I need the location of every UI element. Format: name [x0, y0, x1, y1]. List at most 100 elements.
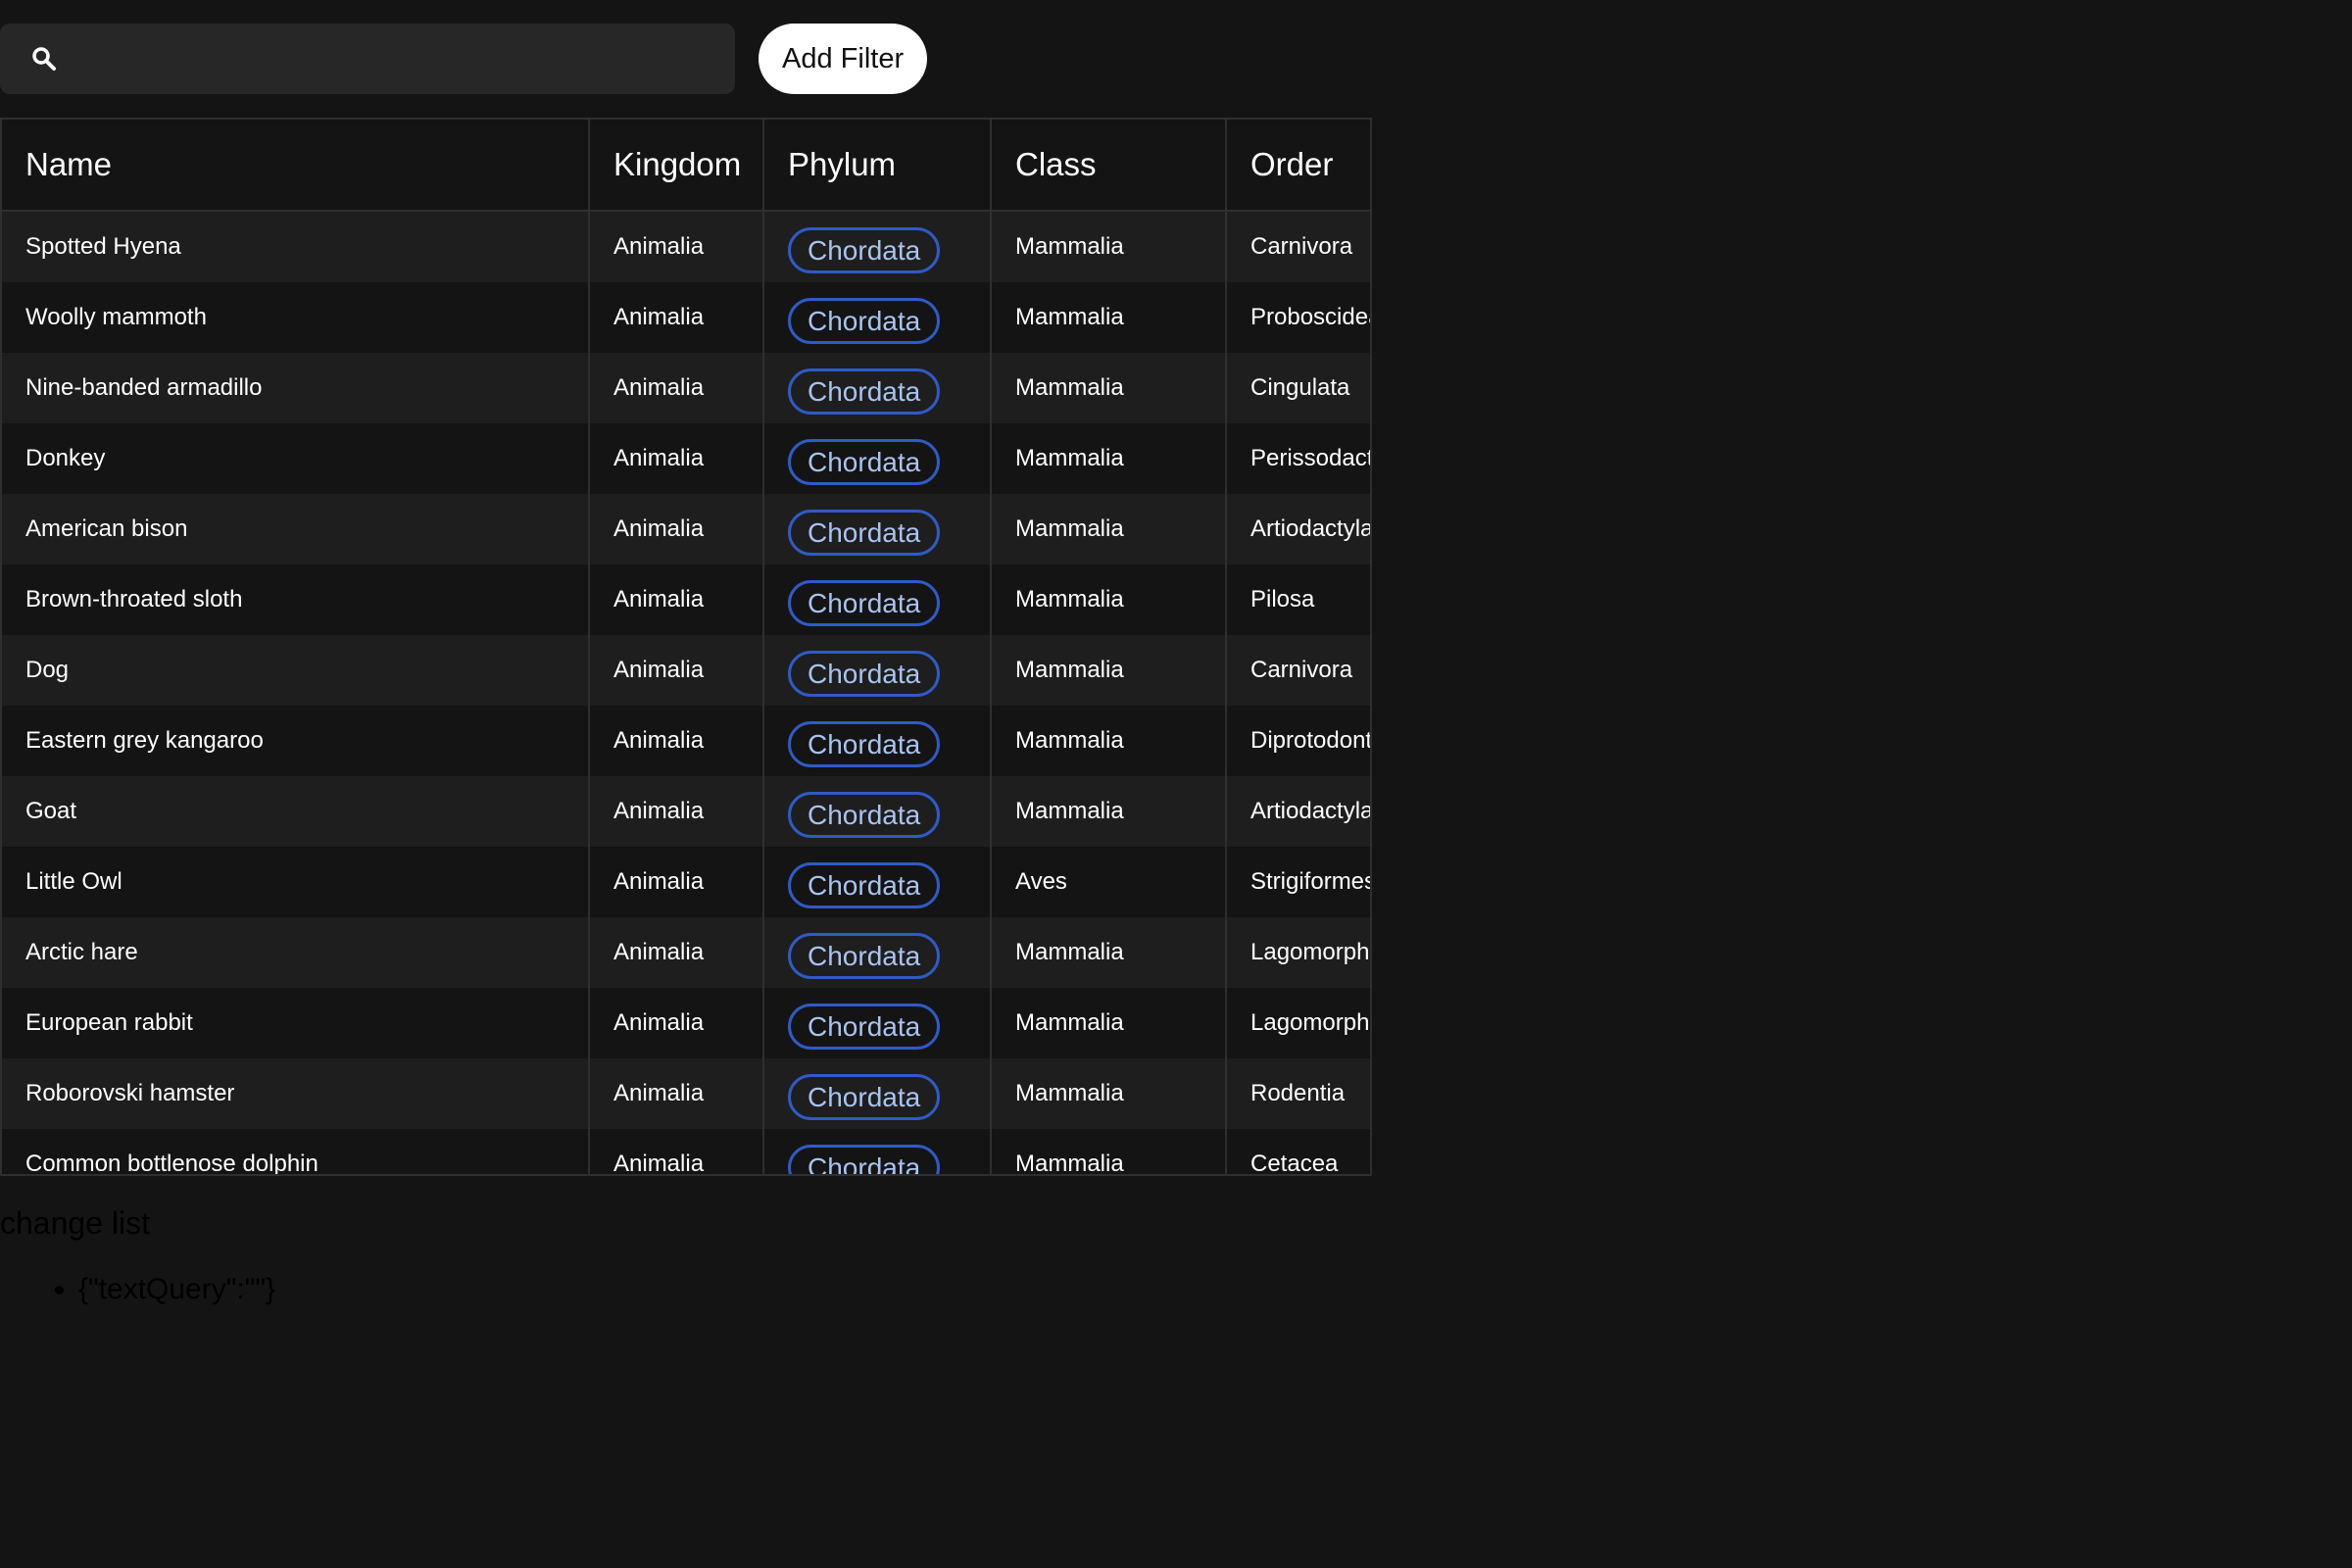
cell-phylum: Chordata	[764, 706, 992, 776]
search-input[interactable]	[57, 23, 735, 95]
cell-kingdom: Animalia	[590, 1129, 764, 1174]
cell-phylum: Chordata	[764, 423, 992, 494]
cell-name: Eastern grey kangaroo	[2, 706, 590, 776]
cell-order: Cingulata	[1227, 353, 1370, 423]
phylum-chip: Chordata	[788, 1144, 941, 1174]
cell-name: Little Owl	[2, 847, 590, 917]
phylum-chip: Chordata	[788, 791, 941, 838]
cell-phylum: Chordata	[764, 917, 992, 988]
cell-phylum: Chordata	[764, 353, 992, 423]
column-header-order[interactable]: Order	[1227, 120, 1370, 212]
cell-order: Pilosa	[1227, 564, 1370, 635]
change-list: change list {"textQuery":""}	[0, 1205, 275, 1306]
cell-order: Cetacea	[1227, 1129, 1370, 1174]
cell-name: Nine-banded armadillo	[2, 353, 590, 423]
cell-kingdom: Animalia	[590, 847, 764, 917]
phylum-chip: Chordata	[788, 1073, 941, 1120]
cell-name: Goat	[2, 776, 590, 847]
data-table[interactable]: Name Kingdom Phylum Class Order Spotted …	[0, 118, 1372, 1176]
phylum-chip: Chordata	[788, 438, 941, 485]
phylum-chip: Chordata	[788, 720, 941, 767]
column-header-class[interactable]: Class	[992, 120, 1227, 212]
cell-name: Roborovski hamster	[2, 1058, 590, 1129]
search-icon	[31, 46, 57, 72]
cell-phylum: Chordata	[764, 282, 992, 353]
cell-kingdom: Animalia	[590, 1058, 764, 1129]
cell-class: Mammalia	[992, 988, 1227, 1058]
cell-name: Brown-throated sloth	[2, 564, 590, 635]
cell-kingdom: Animalia	[590, 706, 764, 776]
cell-order: Diprotodontia	[1227, 706, 1370, 776]
cell-name: Woolly mammoth	[2, 282, 590, 353]
cell-class: Mammalia	[992, 564, 1227, 635]
cell-kingdom: Animalia	[590, 423, 764, 494]
cell-phylum: Chordata	[764, 988, 992, 1058]
cell-class: Mammalia	[992, 353, 1227, 423]
cell-name: Spotted Hyena	[2, 212, 590, 282]
cell-name: Donkey	[2, 423, 590, 494]
cell-phylum: Chordata	[764, 212, 992, 282]
cell-name: Arctic hare	[2, 917, 590, 988]
cell-order: Artiodactyla	[1227, 776, 1370, 847]
add-filter-button[interactable]: Add Filter	[759, 24, 928, 94]
cell-kingdom: Animalia	[590, 212, 764, 282]
cell-class: Mammalia	[992, 494, 1227, 564]
cell-class: Mammalia	[992, 917, 1227, 988]
cell-order: Strigiformes	[1227, 847, 1370, 917]
cell-order: Perissodactyla	[1227, 423, 1370, 494]
cell-kingdom: Animalia	[590, 282, 764, 353]
phylum-chip: Chordata	[788, 226, 941, 273]
cell-class: Mammalia	[992, 1129, 1227, 1174]
cell-order: Lagomorpha	[1227, 917, 1370, 988]
cell-kingdom: Animalia	[590, 494, 764, 564]
phylum-chip: Chordata	[788, 579, 941, 626]
cell-phylum: Chordata	[764, 564, 992, 635]
column-header-phylum[interactable]: Phylum	[764, 120, 992, 212]
cell-phylum: Chordata	[764, 635, 992, 706]
cell-class: Mammalia	[992, 282, 1227, 353]
cell-order: Artiodactyla	[1227, 494, 1370, 564]
cell-class: Mammalia	[992, 776, 1227, 847]
table-grid: Name Kingdom Phylum Class Order Spotted …	[2, 120, 1370, 1174]
cell-order: Proboscidea	[1227, 282, 1370, 353]
cell-name: Dog	[2, 635, 590, 706]
change-list-title: change list	[0, 1205, 150, 1241]
phylum-chip: Chordata	[788, 932, 941, 979]
phylum-chip: Chordata	[788, 650, 941, 697]
cell-order: Carnivora	[1227, 635, 1370, 706]
cell-kingdom: Animalia	[590, 635, 764, 706]
cell-phylum: Chordata	[764, 1129, 992, 1174]
cell-kingdom: Animalia	[590, 353, 764, 423]
cell-class: Mammalia	[992, 212, 1227, 282]
cell-phylum: Chordata	[764, 847, 992, 917]
cell-class: Mammalia	[992, 635, 1227, 706]
phylum-chip: Chordata	[788, 509, 941, 556]
phylum-chip: Chordata	[788, 368, 941, 415]
phylum-chip: Chordata	[788, 297, 941, 344]
cell-name: European rabbit	[2, 988, 590, 1058]
cell-order: Lagomorpha	[1227, 988, 1370, 1058]
column-header-kingdom[interactable]: Kingdom	[590, 120, 764, 212]
cell-kingdom: Animalia	[590, 988, 764, 1058]
cell-phylum: Chordata	[764, 776, 992, 847]
change-list-items: {"textQuery":""}	[0, 1273, 275, 1306]
cell-order: Carnivora	[1227, 212, 1370, 282]
column-header-name[interactable]: Name	[2, 120, 590, 212]
toolbar: Add Filter	[0, 23, 928, 95]
cell-name: American bison	[2, 494, 590, 564]
cell-class: Aves	[992, 847, 1227, 917]
cell-order: Rodentia	[1227, 1058, 1370, 1129]
cell-kingdom: Animalia	[590, 776, 764, 847]
phylum-chip: Chordata	[788, 1003, 941, 1050]
cell-kingdom: Animalia	[590, 917, 764, 988]
cell-phylum: Chordata	[764, 494, 992, 564]
cell-class: Mammalia	[992, 706, 1227, 776]
cell-name: Common bottlenose dolphin	[2, 1129, 590, 1174]
cell-phylum: Chordata	[764, 1058, 992, 1129]
cell-class: Mammalia	[992, 423, 1227, 494]
cell-kingdom: Animalia	[590, 564, 764, 635]
change-list-item: {"textQuery":""}	[78, 1273, 275, 1306]
cell-class: Mammalia	[992, 1058, 1227, 1129]
phylum-chip: Chordata	[788, 861, 941, 908]
search-box[interactable]	[0, 23, 735, 95]
